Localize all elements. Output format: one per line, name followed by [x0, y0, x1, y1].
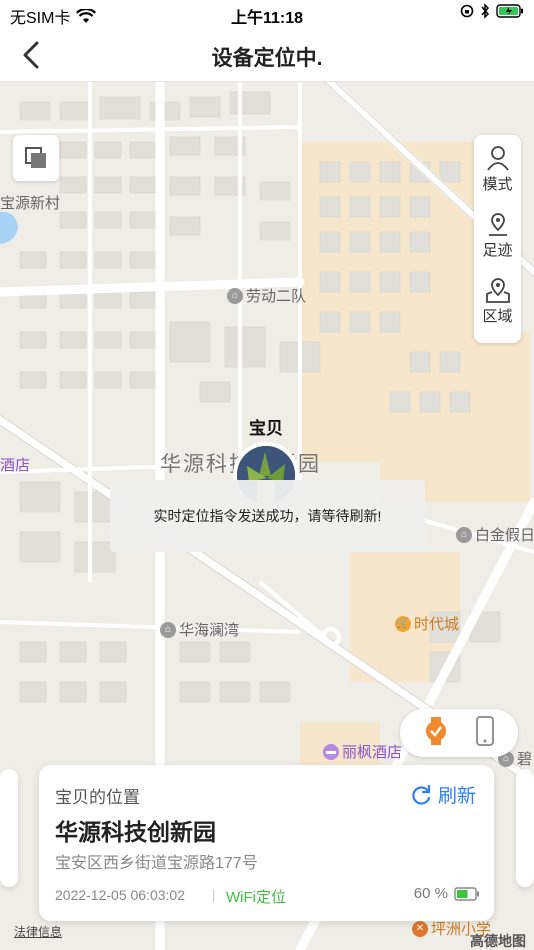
- layers-icon: [25, 147, 46, 168]
- poi-lifeng[interactable]: ▬ 丽枫酒店: [323, 741, 402, 762]
- battery-percent: 60 %: [413, 885, 448, 902]
- toast-message: 实时定位指令发送成功，请等待刷新!: [110, 480, 425, 552]
- building-icon: ⌂: [456, 526, 472, 543]
- shopping-cart-icon: 🛒: [395, 615, 411, 632]
- mode-label: 模式: [482, 176, 513, 193]
- location-type: WiFi定位: [226, 889, 286, 906]
- poi-label: 时代城: [414, 616, 460, 633]
- region-pin-icon: [485, 278, 510, 303]
- building-icon: ⌂: [160, 621, 176, 638]
- watch-icon: [426, 716, 446, 745]
- location-timestamp: 2022-12-05 06:03:02: [55, 887, 185, 903]
- person-icon: [486, 146, 509, 171]
- map-view[interactable]: 宝源新村 ⌂劳动二队 华源科技创新园 酒店 ⌂白金假日 🛒时代城 ⌂华海澜湾 ▬…: [0, 82, 534, 950]
- status-right: [460, 3, 524, 19]
- poi-label: 宝源新村: [0, 195, 61, 212]
- mode-button[interactable]: 模式: [474, 145, 521, 211]
- bed-icon: ▬: [323, 743, 339, 760]
- battery-status: 60 %: [414, 885, 480, 902]
- watch-toggle-button[interactable]: [423, 716, 449, 751]
- map-side-toolbar: 模式 足迹 区域: [474, 135, 521, 343]
- battery-charging-icon: [496, 4, 523, 18]
- poi-laodong[interactable]: ⌂ 劳动二队: [227, 285, 306, 306]
- poi-label: 碧: [517, 751, 533, 768]
- map-provider-logo: 高德地图: [470, 933, 526, 949]
- bluetooth-icon: [481, 3, 490, 19]
- nav-bar: 设备定位中.: [0, 28, 534, 82]
- refresh-icon: [412, 784, 431, 805]
- poi-label: 酒店: [0, 457, 31, 474]
- location-address: 宝安区西乡街道宝源路177号: [55, 855, 258, 872]
- prev-card-peek[interactable]: [0, 769, 18, 887]
- battery-icon: [454, 886, 479, 901]
- page-title: 设备定位中.: [211, 47, 323, 70]
- divider: [213, 889, 214, 902]
- status-bar: 无SIM卡 上午11:18: [0, 0, 534, 28]
- building-icon: ⌂: [227, 287, 243, 304]
- phone-icon: [476, 715, 494, 746]
- next-card-peek[interactable]: [516, 769, 534, 887]
- marker-label: 宝贝: [249, 419, 283, 438]
- poi-label: 劳动二队: [246, 288, 307, 305]
- phone-toggle-button[interactable]: [475, 715, 495, 751]
- map-layers-button[interactable]: [13, 135, 59, 181]
- poi-label: 华海澜湾: [179, 622, 240, 639]
- refresh-button[interactable]: 刷新: [410, 781, 476, 808]
- poi-shidai[interactable]: 🛒 时代城: [395, 613, 459, 634]
- footprint-button[interactable]: 足迹: [474, 211, 521, 277]
- poi-baoyuan-village[interactable]: 宝源新村: [0, 192, 60, 213]
- refresh-label: 刷新: [437, 786, 476, 807]
- status-time: 上午11:18: [230, 10, 304, 27]
- legal-info-link[interactable]: 法律信息: [14, 923, 62, 940]
- footprint-pin-icon: [488, 213, 507, 236]
- card-heading: 宝贝的位置: [55, 788, 140, 807]
- region-button[interactable]: 区域: [474, 277, 521, 343]
- footprint-label: 足迹: [482, 242, 513, 259]
- poi-huahai[interactable]: ⌂ 华海澜湾: [160, 619, 239, 640]
- device-toggle: [400, 709, 518, 757]
- poi-baijin[interactable]: ⌂ 白金假日: [456, 524, 534, 545]
- region-label: 区域: [482, 308, 513, 325]
- rotation-lock-icon: [460, 4, 474, 18]
- poi-label: 白金假日: [475, 527, 534, 544]
- poi-hotel-left[interactable]: 酒店: [0, 454, 30, 475]
- location-card: 宝贝的位置 刷新 华源科技创新园 宝安区西乡街道宝源路177号 2022-12-…: [39, 765, 494, 921]
- poi-label: 丽枫酒店: [342, 744, 403, 761]
- school-icon: ✕: [412, 920, 428, 937]
- location-name: 华源科技创新园: [55, 819, 216, 845]
